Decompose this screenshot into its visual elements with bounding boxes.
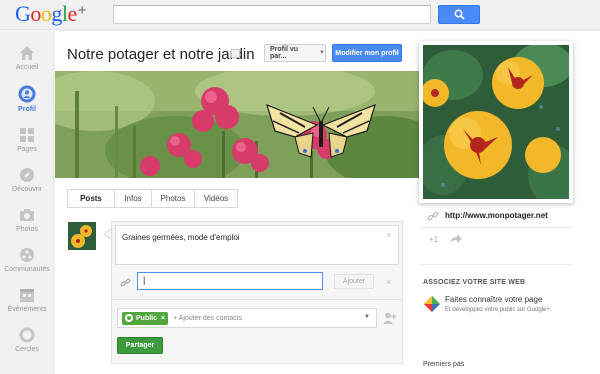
- profile-photo[interactable]: [419, 41, 573, 203]
- nav-item-label: Événements: [7, 306, 47, 313]
- divider: [420, 264, 573, 265]
- nav-item-events[interactable]: Événements: [0, 287, 54, 325]
- link-icon: [120, 278, 131, 287]
- edit-profile-button[interactable]: Modifier mon profil: [332, 44, 402, 62]
- chevron-down-icon[interactable]: ▼: [364, 314, 370, 320]
- globe-icon: [125, 314, 133, 322]
- website-url: http://www.monpotager.net: [445, 211, 548, 220]
- website-link-row[interactable]: http://www.monpotager.net: [420, 204, 573, 228]
- nav-item-label: Découvrir: [12, 186, 42, 193]
- close-text-icon[interactable]: ×: [386, 230, 391, 240]
- circles-icon: [19, 327, 35, 343]
- first-steps-heading: Premiers pas: [423, 361, 465, 368]
- pages-icon: [20, 128, 34, 142]
- plus-one-button[interactable]: +1: [429, 235, 438, 244]
- promo-subtitle: Et développez votre public sur Google+.: [445, 307, 552, 313]
- verified-badge-icon: [231, 49, 240, 58]
- post-composer: Graines germées, mode d'emploi × | Ajout…: [111, 221, 403, 364]
- avatar[interactable]: [68, 222, 96, 250]
- top-bar: Google+: [0, 0, 600, 30]
- page-title: Notre potager et notre jardin: [67, 46, 255, 63]
- share-button[interactable]: Partager: [117, 337, 163, 354]
- explore-icon: [20, 168, 34, 182]
- link-icon: [427, 211, 439, 220]
- plus-one-row: +1: [420, 228, 573, 250]
- nav-item-circles[interactable]: Cercles: [0, 327, 54, 365]
- link-url-input[interactable]: |: [137, 272, 323, 290]
- tab-photos[interactable]: Photos: [152, 189, 195, 208]
- chevron-down-icon: ▼: [319, 50, 325, 56]
- remove-chip-icon[interactable]: ×: [161, 315, 165, 322]
- add-link-button[interactable]: Ajouter: [334, 274, 374, 289]
- google-plus-logo[interactable]: Google+: [15, 1, 87, 27]
- search-button[interactable]: [438, 5, 480, 24]
- divider: [112, 299, 402, 300]
- nav-item-communities[interactable]: Communautés: [0, 247, 54, 285]
- profile-photo-image: [423, 45, 569, 199]
- tab-videos[interactable]: Vidéos: [195, 189, 238, 208]
- left-navigation: Accueil Profil Pages Découvrir Photos Co…: [0, 31, 54, 374]
- tab-infos[interactable]: Infos: [115, 189, 152, 208]
- home-icon: [20, 46, 34, 60]
- nav-item-photos[interactable]: Photos: [0, 207, 54, 245]
- profile-main: Notre potager et notre jardin Profil vu …: [55, 31, 600, 374]
- close-link-icon[interactable]: ×: [386, 277, 391, 287]
- nav-item-home[interactable]: Accueil: [0, 45, 54, 83]
- public-audience-chip[interactable]: Public ×: [122, 311, 169, 325]
- calendar-icon: [20, 289, 34, 302]
- view-profile-as-dropdown[interactable]: Profil vu par... ▼: [264, 44, 326, 62]
- communities-icon: [20, 248, 34, 262]
- associate-website-heading: ASSOCIEZ VOTRE SITE WEB: [423, 279, 526, 286]
- camera-icon: [20, 209, 34, 221]
- search-icon: [454, 9, 465, 20]
- tab-posts[interactable]: Posts: [67, 189, 115, 208]
- nav-item-label: Profil: [18, 106, 36, 113]
- cover-photo[interactable]: [55, 71, 420, 178]
- website-connect-icon: [424, 296, 440, 312]
- site-promo[interactable]: Faites connaître votre page Et développe…: [421, 293, 581, 319]
- nav-item-label: Photos: [16, 226, 38, 233]
- nav-item-label: Communautés: [4, 266, 50, 273]
- profile-tabs: Posts Infos Photos Vidéos: [67, 189, 238, 208]
- nav-item-label: Cercles: [15, 346, 39, 353]
- share-arrow-icon[interactable]: [450, 234, 463, 244]
- search-input[interactable]: [113, 5, 431, 24]
- post-text-field[interactable]: Graines germées, mode d'emploi: [115, 225, 399, 265]
- add-contacts-placeholder: + Ajouter des contacts: [173, 314, 243, 322]
- cover-photo-image: [55, 71, 420, 178]
- profile-icon: [18, 85, 36, 103]
- promo-title: Faites connaître votre page: [445, 295, 543, 304]
- audience-field[interactable]: Public × + Ajouter des contacts ▼: [117, 308, 377, 328]
- nav-item-label: Pages: [17, 146, 37, 153]
- nav-item-profile[interactable]: Profil: [0, 85, 54, 123]
- nav-item-label: Accueil: [15, 64, 39, 71]
- nav-item-explore[interactable]: Découvrir: [0, 167, 54, 205]
- avatar-image: [68, 222, 96, 250]
- add-person-icon[interactable]: [383, 312, 397, 324]
- nav-item-pages[interactable]: Pages: [0, 127, 54, 165]
